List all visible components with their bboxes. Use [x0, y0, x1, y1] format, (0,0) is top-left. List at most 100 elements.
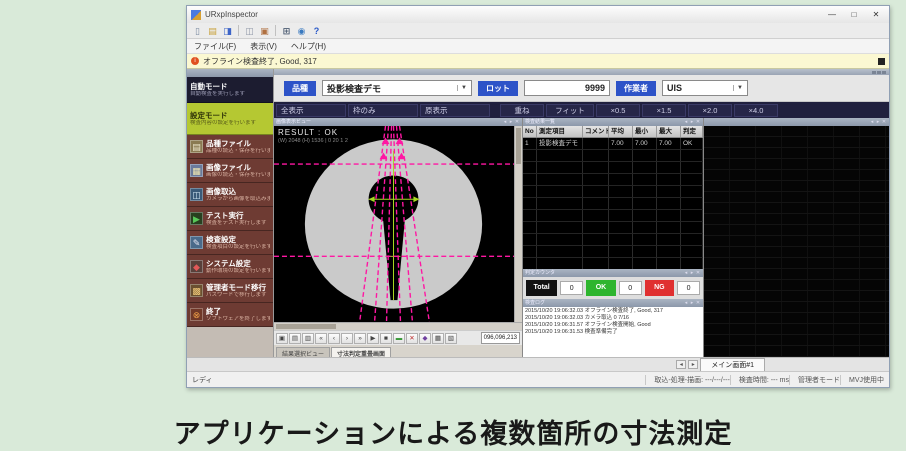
table-row[interactable] — [523, 234, 703, 246]
tab-main-screen[interactable]: メイン画面#1 — [700, 358, 765, 371]
total-counter-button[interactable]: Total — [526, 280, 557, 296]
view-button[interactable]: 重ね — [500, 104, 544, 117]
ok-counter-button[interactable]: OK — [586, 280, 616, 296]
table-cell — [537, 174, 583, 185]
grid-icon[interactable]: ▦ — [432, 333, 444, 344]
table-row[interactable] — [523, 174, 703, 186]
table-cell — [681, 198, 703, 209]
select-icon[interactable]: ▣ — [276, 333, 288, 344]
viewer-horizontal-scrollbar[interactable] — [274, 322, 522, 330]
sidebar-item-inspection-settings[interactable]: ✎検査設定検査項目の設定を行います — [187, 231, 273, 255]
table-cell — [633, 210, 657, 221]
first-frame-icon[interactable]: « — [315, 333, 327, 344]
close-button[interactable]: ✕ — [865, 7, 887, 22]
sidebar-item-system-settings[interactable]: ◆システム設定動作環境の設定を行います — [187, 255, 273, 279]
table-row[interactable] — [523, 210, 703, 222]
minimize-button[interactable]: — — [821, 7, 843, 22]
rows-icon[interactable]: ▥ — [302, 333, 314, 344]
play-icon[interactable]: ▶ — [367, 333, 379, 344]
print-icon[interactable]: ⊞ — [280, 25, 293, 37]
panel-close-icon[interactable]: ✕ — [514, 118, 520, 126]
sidebar-item-auto-mode[interactable]: 自動モード自動検査を実行します — [187, 77, 273, 103]
marker-icon[interactable]: ▬ — [393, 333, 405, 344]
sidebar-item-product-file[interactable]: ▤品種ファイル品種の読込・保存を行います — [187, 135, 273, 159]
table-cell — [583, 198, 609, 209]
panel-close-icon[interactable]: ✕ — [695, 269, 701, 277]
notification-marker-icon — [878, 58, 885, 65]
view-button[interactable]: 原表示 — [420, 104, 490, 117]
sidebar-item-setting-mode[interactable]: 設定モード検査内容の設定を行います — [187, 103, 273, 135]
panel-close-icon[interactable]: ✕ — [881, 118, 887, 126]
view-button[interactable]: フィット — [546, 104, 594, 117]
new-icon[interactable]: ▯ — [191, 25, 204, 37]
product-bar: 品種 投影検査デモ ▼ ロット 9999 作業者 UIS ▼ — [274, 75, 889, 102]
panel-close-icon[interactable]: ✕ — [695, 118, 701, 126]
viewer-tab-1[interactable]: 寸法判定重畳画面 — [331, 347, 391, 357]
delete-icon[interactable]: ✕ — [406, 333, 418, 344]
layers-icon[interactable]: ▤ — [289, 333, 301, 344]
panel-close-icon[interactable]: ✕ — [695, 299, 701, 307]
table-cell: 7.00 — [609, 138, 633, 149]
sidebar-item-image-file[interactable]: ▦画像ファイル画像の読込・保存を行います — [187, 159, 273, 183]
ng-counter-button[interactable]: NG — [645, 280, 675, 296]
capture-icon: ◫ — [190, 188, 203, 201]
view-button[interactable]: ×1.5 — [642, 104, 686, 117]
table-row[interactable] — [523, 186, 703, 198]
log-line: 2015/10/20 19:06:32.03 カメラ取込 0 7/16 — [525, 315, 701, 322]
tab-scroll-right-icon[interactable]: ▸ — [688, 360, 698, 369]
image-viewer[interactable]: RESULT : OK (W) 2048 (H) 1536 | 0 20 1 2 — [274, 126, 514, 322]
results-panel-header: 検査結果一覧 ◂ ▸ ✕ — [523, 118, 703, 126]
table-row[interactable] — [523, 162, 703, 174]
table-row[interactable]: 1投影検査デモ7.007.007.00OK — [523, 138, 703, 150]
sidebar-item-subtitle: 動作環境の設定を行います — [206, 268, 270, 275]
total-counter-value: 0 — [560, 281, 583, 295]
view-button[interactable]: ×4.0 — [734, 104, 778, 117]
sub-view-area[interactable] — [704, 126, 889, 357]
viewer-tab-0[interactable]: 結果選択ビュー — [276, 347, 330, 357]
sidebar-item-admin-mode[interactable]: ▩管理者モード移行パスワードで移行します — [187, 279, 273, 303]
table-cell — [583, 246, 609, 257]
menu-item[interactable]: 表示(V) — [243, 41, 284, 52]
table-row[interactable] — [523, 222, 703, 234]
help-icon[interactable]: ? — [310, 25, 323, 37]
profile-icon[interactable]: ▧ — [445, 333, 457, 344]
open-icon[interactable]: ▤ — [206, 25, 219, 37]
last-frame-icon[interactable]: » — [354, 333, 366, 344]
sidebar-item-test-run[interactable]: ▶テスト実行検査をテスト実行します — [187, 207, 273, 231]
operator-select[interactable]: UIS ▼ — [662, 80, 748, 96]
view-button[interactable]: ×2.0 — [688, 104, 732, 117]
next-frame-icon[interactable]: › — [341, 333, 353, 344]
table-cell — [609, 186, 633, 197]
menu-item[interactable]: ヘルプ(H) — [284, 41, 333, 52]
view-button[interactable]: ×0.5 — [596, 104, 640, 117]
inspection-log[interactable]: 2015/10/20 19:06:32.03 オフライン検査終了, Good, … — [523, 307, 703, 357]
copy-icon[interactable]: ◫ — [243, 25, 256, 37]
table-row[interactable] — [523, 150, 703, 162]
inspection-settings-icon: ✎ — [190, 236, 203, 249]
sidebar-item-image-capture[interactable]: ◫画像取込カメラから画像を取込みます — [187, 183, 273, 207]
viewer-vertical-scrollbar[interactable] — [514, 126, 522, 322]
table-row[interactable] — [523, 258, 703, 269]
maximize-button[interactable]: □ — [843, 7, 865, 22]
view-button[interactable]: 全表示 — [276, 104, 346, 117]
paste-icon[interactable]: ▣ — [258, 25, 271, 37]
view-button[interactable]: 枠のみ — [348, 104, 418, 117]
results-column-header: 最大 — [657, 126, 681, 137]
table-row[interactable] — [523, 246, 703, 258]
sidebar-item-exit[interactable]: ⊗終了ソフトウェアを終了します — [187, 303, 273, 327]
sidebar-item-text: 設定モード検査内容の設定を行います — [190, 111, 256, 127]
tab-scroll-left-icon[interactable]: ◂ — [676, 360, 686, 369]
table-cell — [633, 162, 657, 173]
prev-frame-icon[interactable]: ‹ — [328, 333, 340, 344]
table-cell — [523, 210, 537, 221]
stop-icon[interactable]: ■ — [380, 333, 392, 344]
table-row[interactable] — [523, 198, 703, 210]
lot-input[interactable]: 9999 — [524, 80, 610, 96]
table-cell — [633, 258, 657, 269]
file-icon: ▤ — [190, 140, 203, 153]
kind-select[interactable]: 投影検査デモ ▼ — [322, 80, 472, 96]
menu-item[interactable]: ファイル(F) — [187, 41, 243, 52]
save-icon[interactable]: ◨ — [221, 25, 234, 37]
camera-icon[interactable]: ◉ — [295, 25, 308, 37]
shape-icon[interactable]: ◆ — [419, 333, 431, 344]
